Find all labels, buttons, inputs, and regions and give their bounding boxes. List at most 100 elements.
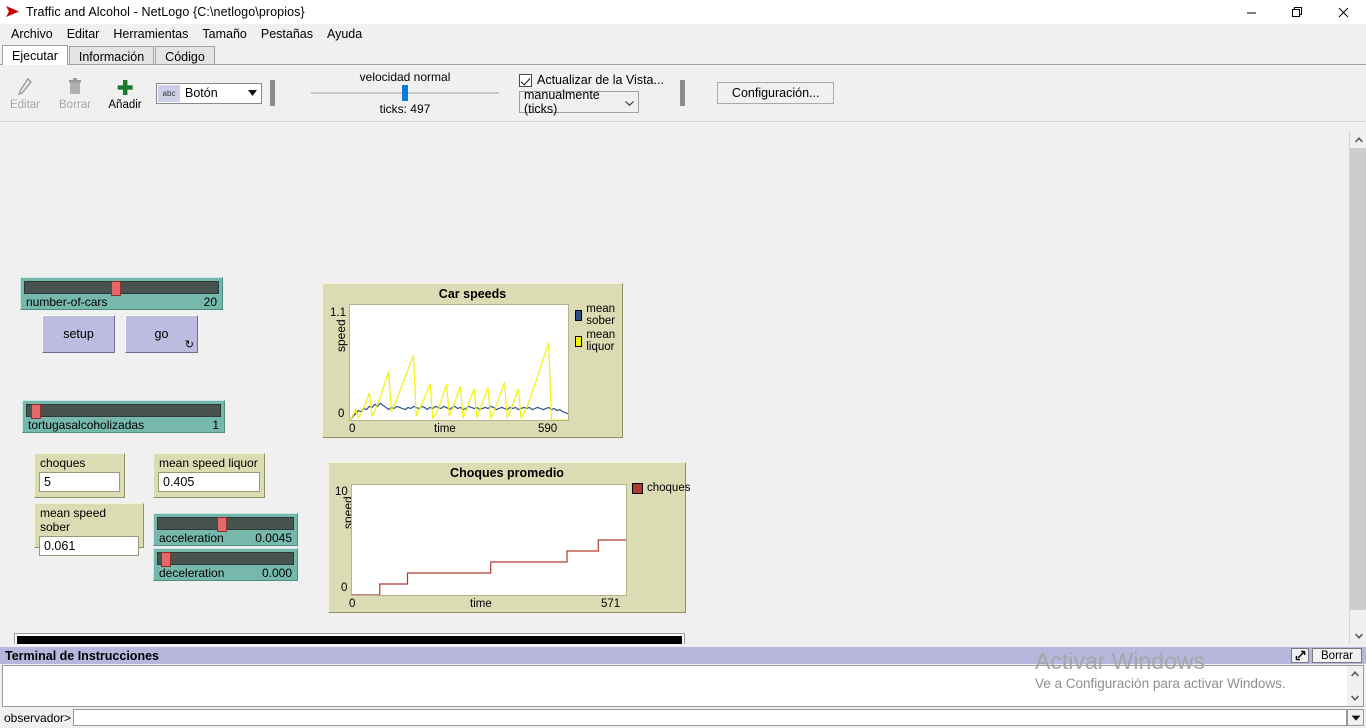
menu-item-archivo[interactable]: Archivo — [4, 25, 60, 44]
delete-widget-label: Borrar — [59, 99, 91, 111]
plot-y-tick-max: 1.1 — [330, 307, 346, 319]
menu-item-tamano[interactable]: Tamaño — [195, 25, 253, 44]
go-button[interactable]: go ↻ — [125, 315, 198, 353]
legend-item[interactable]: mean liquor — [575, 329, 622, 353]
slider-tortugasalcoholizadas[interactable]: tortugasalcoholizadas 1 — [22, 400, 225, 433]
command-center: Terminal de Instrucciones Borrar observa… — [0, 647, 1366, 728]
slider-track[interactable] — [157, 517, 294, 530]
command-input[interactable] — [73, 709, 1347, 726]
speed-slider-block: velocidad normal ticks: 497 — [311, 70, 499, 116]
add-widget-button[interactable]: Añadir — [100, 68, 150, 118]
setup-button[interactable]: setup — [42, 315, 115, 353]
speed-slider[interactable] — [311, 86, 499, 100]
update-view-checkbox-row[interactable]: Actualizar de la Vista... — [519, 73, 664, 87]
pencil-icon — [16, 75, 34, 97]
monitor-value: 5 — [39, 472, 120, 492]
slider-thumb[interactable] — [161, 552, 171, 567]
plot-x-tick-max: 590 — [538, 423, 557, 435]
slider-value: 0.0045 — [255, 531, 292, 545]
plot-x-tick-min: 0 — [349, 598, 355, 610]
legend-item[interactable]: choques — [632, 482, 690, 494]
scroll-up-icon[interactable] — [1350, 131, 1366, 148]
tab-informacion[interactable]: Información — [69, 46, 154, 65]
scroll-down-icon[interactable] — [1347, 690, 1363, 706]
output-scrollbar[interactable] — [1347, 666, 1363, 706]
update-view-label: Actualizar de la Vista... — [537, 73, 664, 87]
command-center-output[interactable] — [2, 665, 1364, 707]
slider-track[interactable] — [157, 552, 294, 565]
plus-icon — [116, 75, 134, 97]
tab-ejecutar[interactable]: Ejecutar — [2, 45, 68, 65]
plot-legend: choques — [632, 482, 690, 496]
settings-button[interactable]: Configuración... — [717, 82, 835, 104]
menu-label: Tamaño — [202, 27, 246, 41]
slider-track[interactable] — [24, 281, 219, 294]
update-mode-value: manualmente (ticks) — [524, 88, 625, 116]
legend-label: mean liquor — [586, 329, 622, 353]
widget-type-select[interactable]: abc Botón — [156, 83, 262, 104]
widget-type-icon-text: abc — [163, 89, 176, 98]
legend-swatch — [575, 336, 582, 347]
widget-type-icon: abc — [158, 85, 180, 102]
edit-widget-button[interactable]: Editar — [0, 68, 50, 118]
world-view-patches[interactable] — [17, 636, 682, 644]
slider-number-of-cars[interactable]: number-of-cars 20 — [20, 277, 223, 310]
slider-value: 20 — [204, 295, 217, 309]
vertical-scrollbar-thumb[interactable] — [1350, 148, 1366, 610]
menu-item-pestanas[interactable]: Pestañas — [254, 25, 320, 44]
slider-readout: tortugasalcoholizadas 1 — [26, 417, 221, 434]
command-history-dropdown-icon[interactable] — [1347, 709, 1364, 726]
plot-car-speeds[interactable]: Car speeds speed 1.1 0 0 time 590 mean s… — [322, 283, 623, 438]
slider-track[interactable] — [26, 404, 221, 417]
interface-vertical-scrollbar[interactable] — [1349, 131, 1366, 644]
slider-value: 0.000 — [262, 566, 292, 580]
menu-label: Herramientas — [113, 27, 188, 41]
plot-choques-promedio[interactable]: Choques promedio speed 10 0 0 time 571 c… — [328, 462, 686, 613]
clear-button[interactable]: Borrar — [1312, 648, 1362, 663]
plot-series-svg — [350, 305, 568, 420]
tab-label: Información — [79, 50, 144, 64]
menu-label: Archivo — [11, 27, 53, 41]
update-view-checkbox[interactable] — [519, 74, 532, 87]
command-center-input-row: observador> — [2, 709, 1364, 726]
restore-button[interactable] — [1274, 0, 1320, 24]
minimize-button[interactable] — [1228, 0, 1274, 24]
slider-thumb[interactable] — [31, 404, 41, 419]
monitor-mean-speed-sober[interactable]: mean speed sober 0.061 — [34, 503, 144, 548]
menu-item-editar[interactable]: Editar — [60, 25, 107, 44]
toolbar: Editar Borrar Añadir abc Botón — [0, 65, 1366, 122]
update-mode-select[interactable]: manualmente (ticks) — [519, 91, 639, 113]
ticks-counter: ticks: 497 — [380, 102, 431, 116]
world-view[interactable] — [14, 633, 685, 644]
speed-slider-thumb[interactable] — [402, 85, 408, 101]
title-bar: Traffic and Alcohol - NetLogo {C:\netlog… — [0, 0, 1366, 24]
netlogo-logo-icon — [0, 5, 26, 19]
tab-codigo[interactable]: Código — [155, 46, 215, 65]
close-button[interactable] — [1320, 0, 1366, 24]
scroll-up-icon[interactable] — [1347, 666, 1363, 682]
menu-item-ayuda[interactable]: Ayuda — [320, 25, 369, 44]
monitor-choques[interactable]: choques 5 — [34, 453, 125, 498]
menu-item-herramientas[interactable]: Herramientas — [106, 25, 195, 44]
slider-thumb[interactable] — [111, 281, 121, 296]
slider-value: 1 — [212, 418, 219, 432]
monitor-mean-speed-liquor[interactable]: mean speed liquor 0.405 — [153, 453, 265, 498]
legend-swatch — [632, 483, 643, 494]
delete-widget-button[interactable]: Borrar — [50, 68, 100, 118]
expand-icon[interactable] — [1291, 648, 1309, 663]
trash-icon — [67, 75, 83, 97]
slider-readout: deceleration 0.000 — [157, 565, 294, 582]
command-prompt-label: observador> — [2, 709, 73, 726]
plot-y-tick-min: 0 — [341, 582, 347, 594]
slider-acceleration[interactable]: acceleration 0.0045 — [153, 513, 298, 546]
slider-label: number-of-cars — [26, 295, 107, 309]
plot-y-tick-max: 10 — [335, 486, 348, 498]
plot-x-axis-label: time — [470, 598, 492, 610]
plot-series-svg — [352, 485, 626, 595]
slider-deceleration[interactable]: deceleration 0.000 — [153, 548, 298, 581]
slider-thumb[interactable] — [217, 517, 227, 532]
legend-item[interactable]: mean sober — [575, 303, 622, 327]
scroll-down-icon[interactable] — [1350, 627, 1366, 644]
slider-label: tortugasalcoholizadas — [28, 418, 144, 432]
plot-title: Car speeds — [323, 284, 622, 301]
